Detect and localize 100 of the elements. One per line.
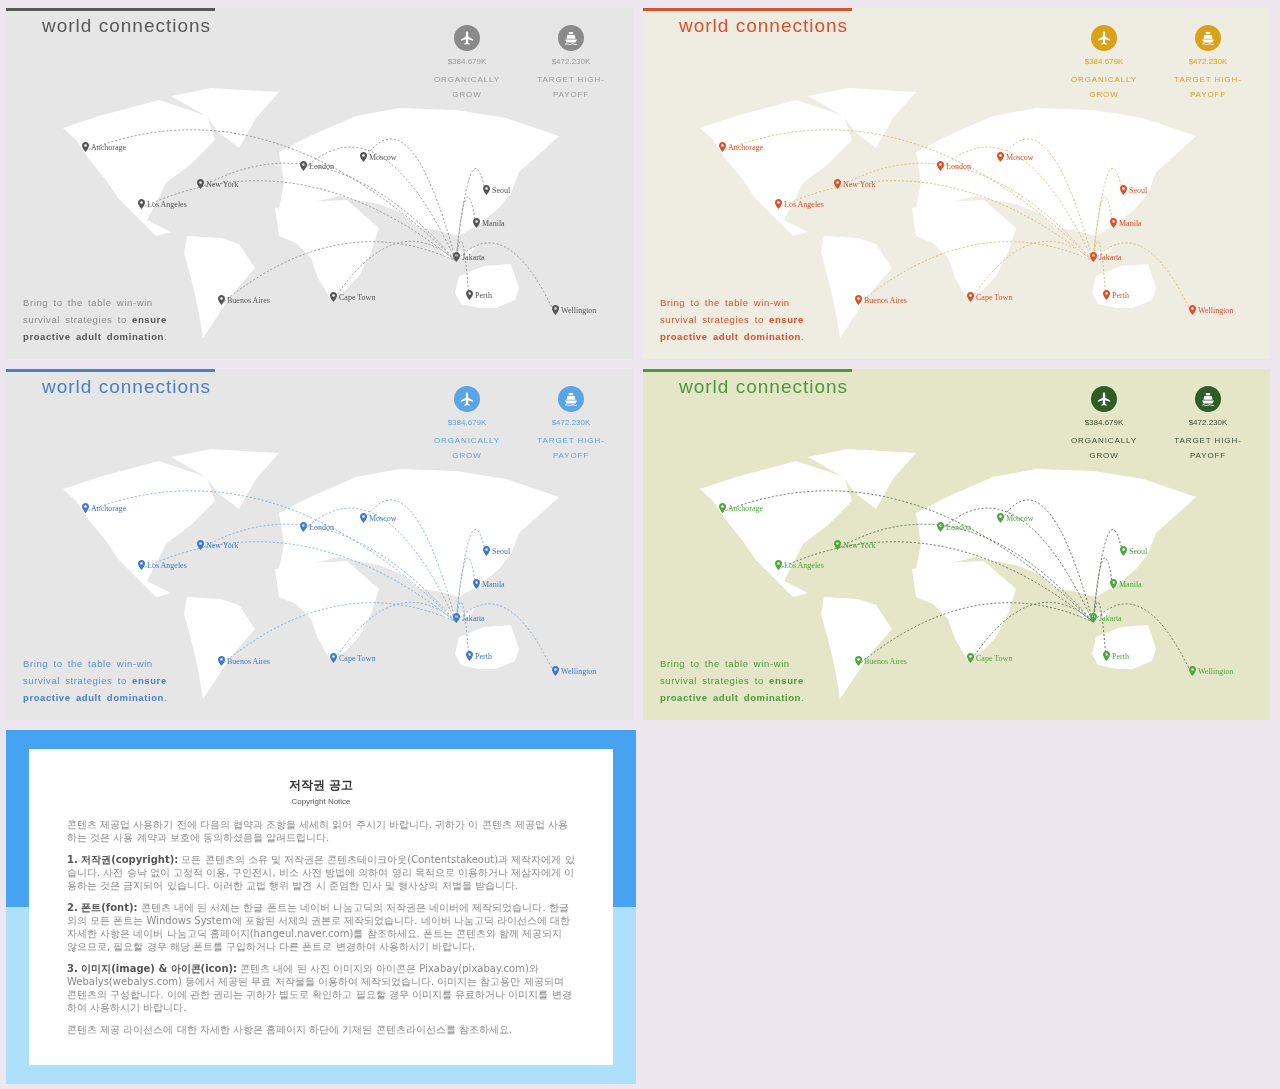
- pin-icon: [197, 540, 204, 550]
- pin-icon: [967, 653, 974, 663]
- slide-title: world connections: [42, 376, 212, 398]
- pin-icon: [82, 503, 89, 513]
- pin-icon: [1110, 218, 1117, 228]
- pin-icon: [1189, 666, 1196, 676]
- city-label: Jakarta: [462, 613, 485, 623]
- stat-label: TARGET HIGH-PAYOFF: [1173, 435, 1243, 462]
- city-label: Perth: [1112, 290, 1129, 300]
- stat-label: TARGET HIGH-PAYOFF: [1173, 74, 1243, 101]
- description: Bring to the table win-win survival strategies to ensure proactive adult domination.: [660, 657, 806, 705]
- city-label: Anchorage: [91, 142, 127, 152]
- pin-icon: [1103, 651, 1110, 661]
- city-label: London: [946, 522, 971, 532]
- pin-icon: [997, 152, 1004, 162]
- stat-value: $472.230K: [551, 57, 591, 66]
- city-label: New York: [843, 179, 876, 189]
- notice-paragraph: 콘텐츠 제공업 사용하기 전에 다음의 협약과 조항을 세세히 읽어 주시기 바랍니다. 귀하가 이 콘텐츠 제공업 사용하는 것은 사용 계약과 보호에 동의하셨음을 알려드립니다.: [67, 818, 569, 844]
- city-label: Anchorage: [91, 503, 127, 513]
- pin-icon: [466, 290, 473, 300]
- city-label: Los Angeles: [784, 199, 824, 209]
- airplane-icon: [454, 25, 480, 51]
- stat-value: $472.230K: [1188, 57, 1228, 66]
- pin-icon: [330, 653, 337, 663]
- description: Bring to the table win-win survival strategies to ensure proactive adult domination.: [23, 296, 169, 344]
- pin-icon: [453, 613, 460, 623]
- airplane-icon: [1091, 386, 1117, 412]
- city-label: Manila: [1119, 218, 1142, 228]
- city-label: Moscow: [369, 513, 397, 523]
- pin-icon: [719, 503, 726, 513]
- city-label: Wellington: [1198, 666, 1234, 676]
- city-label: Perth: [475, 290, 492, 300]
- pin-icon: [360, 513, 367, 523]
- ship-icon: [1195, 25, 1221, 51]
- city-label: Moscow: [1006, 152, 1034, 162]
- city-label: New York: [843, 540, 876, 550]
- notice-title: 저작권 공고: [288, 777, 354, 794]
- pin-icon: [1090, 252, 1097, 262]
- city-label: Moscow: [1006, 513, 1034, 523]
- pin-icon: [719, 142, 726, 152]
- notice-subtitle: Copyright Notice: [291, 797, 351, 806]
- stat-label: ORGANICALLY GROW: [432, 435, 502, 462]
- airplane-icon: [454, 386, 480, 412]
- pin-icon: [483, 546, 490, 556]
- pin-icon: [218, 656, 225, 666]
- pin-icon: [937, 161, 944, 171]
- pin-icon: [466, 651, 473, 661]
- city-label: Los Angeles: [147, 199, 187, 209]
- pin-icon: [138, 560, 145, 570]
- city-label: Los Angeles: [784, 560, 824, 570]
- city-label: Anchorage: [728, 142, 764, 152]
- slide-title: world connections: [679, 15, 849, 37]
- city-label: Wellington: [561, 666, 597, 676]
- city-label: Manila: [482, 218, 505, 228]
- ship-icon: [558, 386, 584, 412]
- slide-title: world connections: [42, 15, 212, 37]
- city-label: Perth: [1112, 651, 1129, 661]
- pin-icon: [1103, 290, 1110, 300]
- city-label: Buenos Aires: [864, 295, 907, 305]
- city-label: Cape Town: [339, 653, 376, 663]
- pin-icon: [197, 179, 204, 189]
- city-label: Anchorage: [728, 503, 764, 513]
- pin-icon: [937, 522, 944, 532]
- pin-icon: [473, 579, 480, 589]
- notice-paragraph: 2. 폰트(font): 콘텐츠 내에 된 서체는 한글 폰트는 네이버 나눔고딕의 저작권은 네이버에 제작되었습니다. 한글 외의 모든 폰트는 Windows System에 포함된 서체의 권본로 제작되었습니다. 네이버 나눔고딕 라이선스에 대한 자세한 사항은 네이버 나눔고딕 홈페이지(hangeul.naver.com)를 참조하세요. 폰트는 콘텐츠와 함께 제공되지 않으므로, 필요할 경우 해당 폰트를 구입하거나 다른 폰트로 변경하여 사용하시기 바랍니다.: [67, 901, 572, 953]
- pin-icon: [967, 292, 974, 302]
- city-label: Seoul: [1129, 185, 1148, 195]
- city-label: Jakarta: [1099, 252, 1122, 262]
- ship-icon: [1195, 386, 1221, 412]
- description: Bring to the table win-win survival strategies to ensure proactive adult domination.: [23, 657, 169, 705]
- pin-icon: [1110, 579, 1117, 589]
- stat-label: ORGANICALLY GROW: [1069, 74, 1139, 101]
- stat-label: ORGANICALLY GROW: [1069, 435, 1139, 462]
- city-label: London: [309, 522, 334, 532]
- stat-label: TARGET HIGH-PAYOFF: [536, 74, 606, 101]
- city-label: New York: [206, 179, 239, 189]
- pin-icon: [483, 185, 490, 195]
- city-label: Buenos Aires: [227, 295, 270, 305]
- city-label: Jakarta: [1099, 613, 1122, 623]
- pin-icon: [82, 142, 89, 152]
- city-label: Manila: [482, 579, 505, 589]
- stat-value: $472.230K: [1188, 418, 1228, 427]
- stat-value: $384.679K: [1084, 57, 1124, 66]
- city-label: Buenos Aires: [227, 656, 270, 666]
- city-label: Wellington: [561, 305, 597, 315]
- stat-value: $384.679K: [1084, 418, 1124, 427]
- pin-icon: [1189, 305, 1196, 315]
- city-label: Moscow: [369, 152, 397, 162]
- ship-icon: [558, 25, 584, 51]
- description: Bring to the table win-win survival strategies to ensure proactive adult domination.: [660, 296, 806, 344]
- notice-paragraph: 콘텐츠 제공 라이선스에 대한 자세한 사항은 홈페이지 하단에 기재된 콘텐츠라이선스를 참조하세요.: [67, 1023, 513, 1036]
- city-label: Perth: [475, 651, 492, 661]
- city-label: Cape Town: [339, 292, 376, 302]
- pin-icon: [1090, 613, 1097, 623]
- pin-icon: [552, 666, 559, 676]
- pin-icon: [997, 513, 1004, 523]
- pin-icon: [1120, 185, 1127, 195]
- pin-icon: [775, 560, 782, 570]
- city-label: Seoul: [492, 185, 511, 195]
- notice-paragraph: 3. 이미지(image) & 아이콘(icon): 콘텐츠 내에 된 사진 이미지와 아이콘은 Pixabay(pixabay.com)와 Webalys(webalys.com) 등에서 제공된 무료 저작물을 이용하여 제작되었습니다. 이미지는 참고용만 제공되며 콘텐츠의 구성합니다. 이에 관한 권리는 귀하가 별도로 확인하고 필요할 경우 이미지를 유료하거나 이미지를 변경하여 사용하시기 바랍니다.: [67, 962, 573, 1014]
